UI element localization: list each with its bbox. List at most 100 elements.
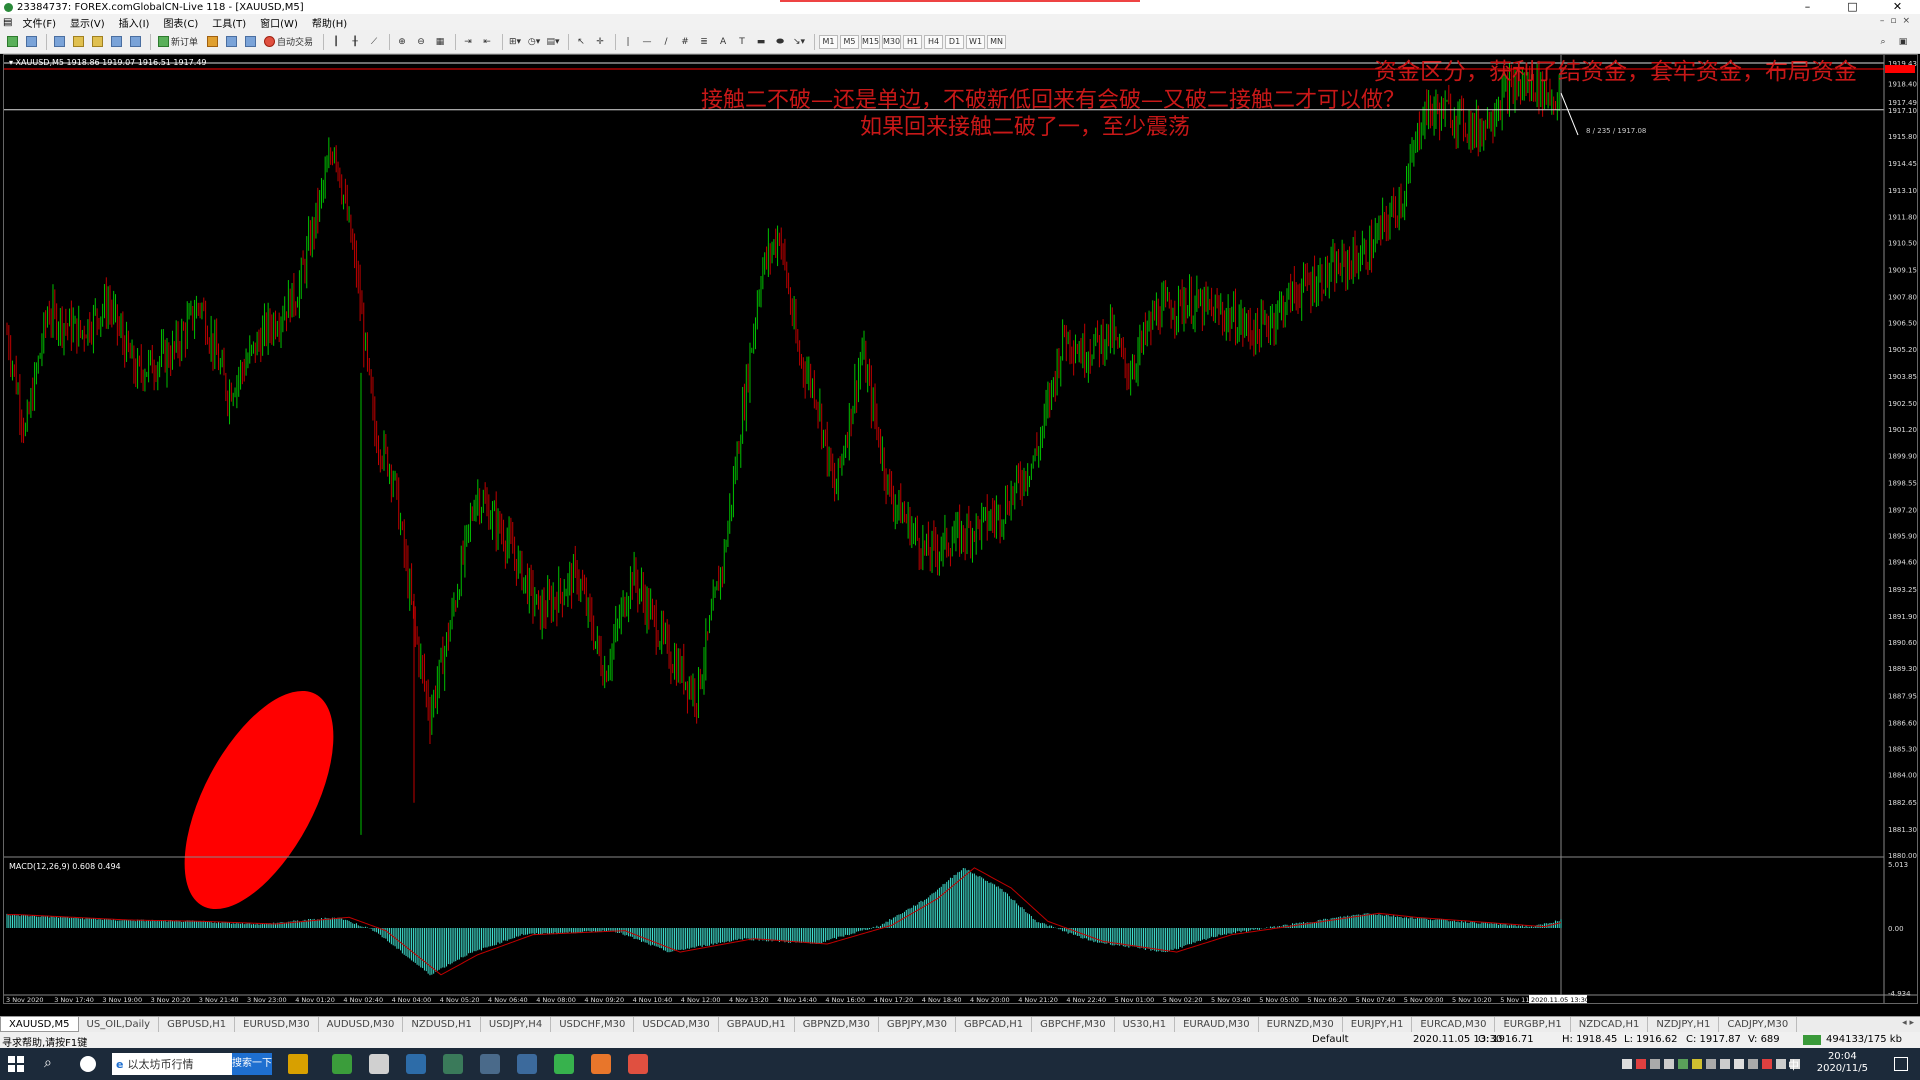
annotation-if-return[interactable]: 如果回来接触二破了一，至少震荡 <box>860 109 1190 141</box>
text-tool[interactable]: A <box>715 33 731 51</box>
symbol-tab[interactable]: NZDJPY,H1 <box>1648 1017 1720 1032</box>
candlestick-icon[interactable]: ╂ <box>347 33 363 51</box>
taskbar-app-icon[interactable] <box>406 1054 426 1074</box>
timeframe-h4[interactable]: H4 <box>924 34 944 49</box>
text-label-tool[interactable]: T <box>734 33 750 51</box>
symbol-tab[interactable]: USDJPY,H4 <box>481 1017 552 1032</box>
menu-app-icon[interactable]: ▤ <box>0 17 15 28</box>
auto-trading-button[interactable]: 自动交易 <box>261 33 316 51</box>
new-order-button[interactable]: 新订单 <box>155 33 201 51</box>
symbol-tab[interactable]: GBPCAD,H1 <box>956 1017 1033 1032</box>
profiles-icon[interactable] <box>23 33 39 51</box>
zoom-in-icon[interactable]: ⊕ <box>394 33 410 51</box>
meta-editor-icon[interactable] <box>204 33 220 51</box>
symbol-tab[interactable]: EURNZD,M30 <box>1259 1017 1343 1032</box>
tray-icon[interactable] <box>1776 1059 1786 1069</box>
symbol-tab[interactable]: NZDCAD,H1 <box>1571 1017 1649 1032</box>
taskbar-app-icon[interactable] <box>480 1054 500 1074</box>
symbol-tab[interactable]: GBPAUD,H1 <box>719 1017 795 1032</box>
maximize-button[interactable]: □ <box>1830 0 1875 14</box>
menu-file[interactable]: 文件(F) <box>15 15 63 30</box>
tray-icon[interactable] <box>1678 1059 1688 1069</box>
notifications-icon[interactable] <box>1894 1057 1908 1071</box>
new-chart-icon[interactable] <box>4 33 20 51</box>
templates-icon[interactable]: ▤▾ <box>545 33 561 51</box>
taskbar-app-icon[interactable] <box>443 1054 463 1074</box>
windows-start-icon[interactable] <box>8 1056 24 1072</box>
menu-insert[interactable]: 插入(I) <box>112 15 157 30</box>
auto-scroll-icon[interactable]: ⇥ <box>460 33 476 51</box>
trendline-tool[interactable]: / <box>658 33 674 51</box>
child-window-controls[interactable]: –▫× <box>1880 16 1916 26</box>
symbol-tab[interactable]: US30,H1 <box>1115 1017 1176 1032</box>
menu-window[interactable]: 窗口(W) <box>253 15 305 30</box>
symbol-tab[interactable]: GBPUSD,H1 <box>159 1017 236 1032</box>
fibonacci-icon[interactable]: ≣ <box>696 33 712 51</box>
tray-ime-indicator[interactable]: 中 <box>1788 1057 1799 1073</box>
tab-scroll-arrows[interactable]: ◂ ▸ <box>1902 1018 1914 1028</box>
bar-chart-icon[interactable]: ┃ <box>328 33 344 51</box>
search-icon[interactable]: ⌕ <box>1875 33 1891 51</box>
market-icon[interactable] <box>242 33 258 51</box>
taskbar-app-icon[interactable] <box>628 1054 648 1074</box>
annotation-capital[interactable]: 资金区分，获利了结资金，套牢资金，布局资金 <box>1374 52 1857 86</box>
timeframe-m15[interactable]: M15 <box>861 34 881 49</box>
symbol-tab[interactable]: GBPCHF,M30 <box>1032 1017 1115 1032</box>
tester-icon[interactable] <box>127 33 143 51</box>
line-chart-icon[interactable]: ⟋ <box>366 33 382 51</box>
terminal-icon[interactable] <box>108 33 124 51</box>
tray-icon[interactable] <box>1734 1059 1744 1069</box>
taskbar-app-icon[interactable] <box>591 1054 611 1074</box>
tray-icon[interactable] <box>1762 1059 1772 1069</box>
tray-icon[interactable] <box>1748 1059 1758 1069</box>
symbol-tab[interactable]: GBPNZD,M30 <box>795 1017 879 1032</box>
menu-help[interactable]: 帮助(H) <box>305 15 354 30</box>
symbol-tab[interactable]: AUDUSD,M30 <box>319 1017 404 1032</box>
tray-icon[interactable] <box>1692 1059 1702 1069</box>
tray-icon[interactable] <box>1720 1059 1730 1069</box>
navigator-icon[interactable] <box>89 33 105 51</box>
symbol-tab[interactable]: XAUUSD,M5 <box>0 1017 79 1032</box>
chat-icon[interactable]: ▣ <box>1895 33 1911 51</box>
symbol-tab[interactable]: USDCAD,M30 <box>634 1017 719 1032</box>
symbol-tab[interactable]: US_OIL,Daily <box>79 1017 160 1032</box>
taskbar-app-icon[interactable] <box>332 1054 352 1074</box>
menu-charts[interactable]: 图表(C) <box>156 15 205 30</box>
signals-icon[interactable] <box>223 33 239 51</box>
minimize-button[interactable]: – <box>1785 0 1830 14</box>
channel-tool[interactable]: # <box>677 33 693 51</box>
timeframe-mn[interactable]: MN <box>987 34 1007 49</box>
timeframe-h1[interactable]: H1 <box>903 34 923 49</box>
taskbar-app-icon[interactable] <box>554 1054 574 1074</box>
ellipse-tool-icon[interactable]: ⬬ <box>772 33 788 51</box>
tile-windows-icon[interactable]: ▦ <box>432 33 448 51</box>
rectangle-tool-icon[interactable]: ▬ <box>753 33 769 51</box>
timeframe-m5[interactable]: M5 <box>840 34 860 49</box>
close-button[interactable]: ✕ <box>1875 0 1920 14</box>
timeframe-m30[interactable]: M30 <box>882 34 902 49</box>
market-watch-icon[interactable] <box>51 33 67 51</box>
menu-view[interactable]: 显示(V) <box>63 15 112 30</box>
symbol-tab[interactable]: EURAUD,M30 <box>1175 1017 1259 1032</box>
tray-icon[interactable] <box>1664 1059 1674 1069</box>
vertical-line-tool[interactable]: | <box>620 33 636 51</box>
zoom-out-icon[interactable]: ⊖ <box>413 33 429 51</box>
symbol-tab[interactable]: CADJPY,M30 <box>1719 1017 1798 1032</box>
periods-icon[interactable]: ◷▾ <box>526 33 542 51</box>
taskbar-search-button[interactable]: 搜索一下 <box>232 1053 272 1075</box>
taskbar-app-icon[interactable] <box>369 1054 389 1074</box>
symbol-tab[interactable]: EURGBP,H1 <box>1495 1017 1571 1032</box>
arrows-tool-icon[interactable]: ↘▾ <box>791 33 807 51</box>
chart-window[interactable]: 8 / 235 / 1917.08 1919.43 1918.40 1917.49 19… <box>3 52 1918 1045</box>
data-window-icon[interactable] <box>70 33 86 51</box>
menu-tools[interactable]: 工具(T) <box>205 15 253 30</box>
tray-icon[interactable] <box>1650 1059 1660 1069</box>
symbol-tab[interactable]: USDCHF,M30 <box>551 1017 635 1032</box>
taskbar-search-input[interactable]: e 以太坊币行情 搜索一下 <box>112 1053 272 1075</box>
price-chart[interactable]: 8 / 235 / 1917.081919.431918.401917.4919… <box>4 55 1917 1003</box>
search-icon[interactable]: ⌕ <box>44 1055 52 1071</box>
chart-shift-icon[interactable]: ⇤ <box>479 33 495 51</box>
taskbar-app-icon[interactable] <box>80 1056 96 1072</box>
indicators-icon[interactable]: ⊞▾ <box>507 33 523 51</box>
symbol-tab[interactable]: GBPJPY,M30 <box>879 1017 956 1032</box>
